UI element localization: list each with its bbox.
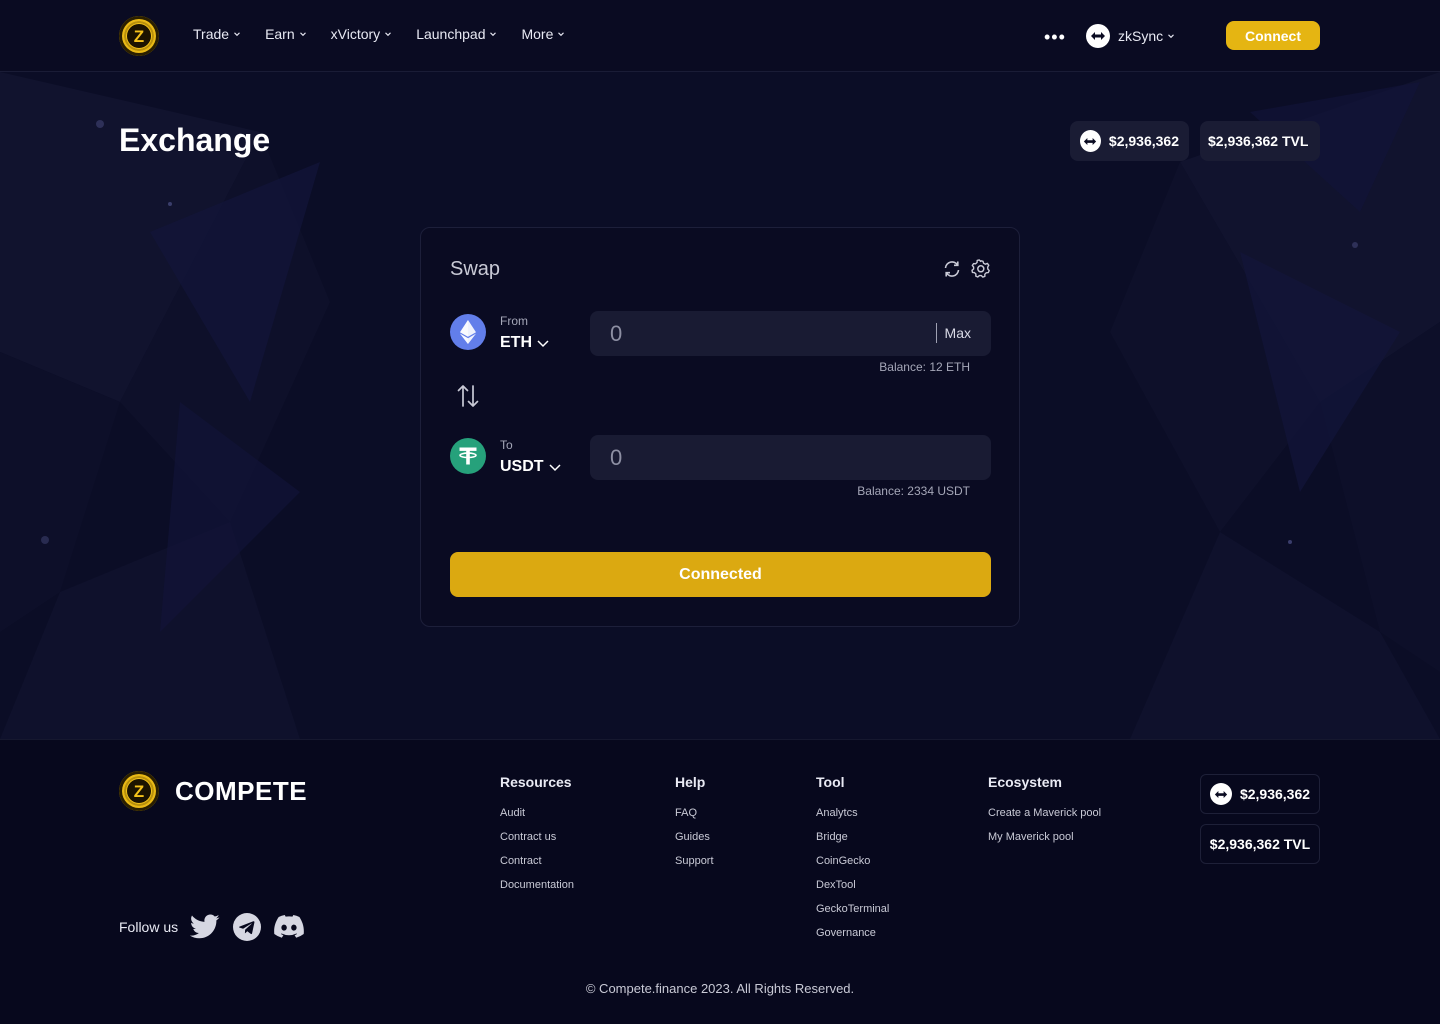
tvl-badge: $2,936,362 TVL: [1200, 121, 1320, 161]
col-title: Ecosystem: [988, 774, 1062, 790]
chevron-down-icon: [234, 32, 240, 37]
zksync-icon: [1209, 783, 1232, 805]
nav-more[interactable]: More: [521, 26, 565, 42]
zksync-icon: [1080, 130, 1101, 152]
copyright: © Compete.finance 2023. All Rights Reser…: [585, 981, 855, 996]
eth-icon: [450, 314, 486, 350]
to-token-meta: To USDT: [500, 438, 562, 476]
footer-link-create-pool[interactable]: Create a Maverick pool: [988, 806, 1101, 830]
from-symbol: ETH: [500, 334, 532, 351]
from-token-selector[interactable]: From ETH: [450, 314, 550, 352]
to-amount-value: 0: [610, 444, 623, 470]
nav-xvictory-label: xVictory: [330, 26, 381, 42]
chevron-down-icon: [537, 340, 549, 348]
footer-link-documentation[interactable]: Documentation: [500, 878, 574, 902]
to-symbol-wrap: USDT: [500, 458, 562, 476]
chevron-down-icon: [299, 32, 306, 37]
footer-link-analytics[interactable]: Analytcs: [816, 806, 889, 830]
footer-link-geckoterminal[interactable]: GeckoTerminal: [816, 902, 889, 926]
footer-price-value: $2,936,362: [1239, 786, 1311, 802]
telegram-icon[interactable]: [232, 912, 262, 942]
footer-link-bridge[interactable]: Bridge: [816, 830, 889, 854]
footer-col-resources: Resources Audit Contract us Contract Doc…: [500, 774, 574, 902]
nav-earn[interactable]: Earn: [265, 26, 307, 42]
connect-wallet-button[interactable]: Connect: [1226, 21, 1320, 50]
col-title: Help: [675, 774, 706, 790]
footer-col-ecosystem: Ecosystem Create a Maverick pool My Mave…: [988, 774, 1101, 854]
footer-link-governance[interactable]: Governance: [816, 926, 889, 950]
from-label: From: [500, 314, 528, 328]
main-nav: Trade Earn xVictory Launchpad More: [193, 26, 589, 42]
nav-xvictory[interactable]: xVictory: [331, 26, 393, 42]
footer-tvl-badge: $2,936,362 TVL: [1200, 824, 1320, 864]
col-title: Resources: [500, 774, 572, 790]
footer-link-faq[interactable]: FAQ: [675, 806, 714, 830]
twitter-icon[interactable]: [190, 912, 220, 942]
zksync-icon: [1086, 24, 1110, 48]
max-wrap: Max: [935, 323, 971, 343]
footer-tvl-value: $2,936,362 TVL: [1209, 836, 1311, 852]
network-label: zkSync: [1118, 28, 1164, 44]
nav-more-label: More: [521, 26, 554, 42]
to-token-selector[interactable]: To USDT: [450, 438, 562, 476]
swap-direction-icon[interactable]: [457, 383, 479, 409]
page-title: Exchange: [119, 122, 271, 158]
from-symbol-wrap: ETH: [500, 334, 550, 352]
compete-logo: Z: [119, 771, 159, 811]
max-button[interactable]: Max: [945, 325, 971, 341]
chevron-down-icon: [558, 32, 565, 37]
chevron-down-icon: [549, 464, 561, 472]
to-amount-input[interactable]: 0: [590, 435, 991, 480]
compete-logo[interactable]: Z: [119, 16, 159, 56]
nav-trade[interactable]: Trade: [193, 26, 241, 42]
footer-col-help: Help FAQ Guides Support: [675, 774, 714, 878]
footer-link-contract[interactable]: Contract: [500, 854, 574, 878]
from-token-meta: From ETH: [500, 314, 550, 352]
network-selector[interactable]: zkSync: [1086, 24, 1175, 48]
more-options-icon[interactable]: •••: [1044, 27, 1066, 48]
connected-button[interactable]: Connected: [450, 552, 991, 597]
brand-name: COMPETE: [175, 775, 308, 806]
to-label: To: [500, 438, 513, 452]
chevron-down-icon: [1168, 34, 1175, 39]
nav-trade-label: Trade: [193, 26, 230, 42]
nav-earn-label: Earn: [265, 26, 295, 42]
chevron-down-icon: [490, 32, 497, 37]
footer-link-dextool[interactable]: DexTool: [816, 878, 889, 902]
price-badge: $2,936,362: [1070, 121, 1189, 161]
usdt-icon: [450, 438, 486, 474]
col-title: Tool: [816, 774, 845, 790]
top-navbar: Z Trade Earn xVictory Launchpad More •••…: [0, 0, 1440, 72]
footer: Z COMPETE Resources Audit Contract us Co…: [0, 739, 1440, 1024]
footer-link-support[interactable]: Support: [675, 854, 714, 878]
swap-card: Swap From ETH 0 Max Balance: 12 ETH To U…: [420, 227, 1020, 627]
swap-card-actions: [942, 259, 991, 279]
refresh-icon[interactable]: [942, 259, 962, 279]
from-balance: Balance: 12 ETH: [879, 360, 970, 374]
follow-label: Follow us: [119, 919, 179, 935]
follow-us: Follow us: [119, 912, 304, 942]
price-value: $2,936,362: [1108, 133, 1179, 149]
footer-link-coingecko[interactable]: CoinGecko: [816, 854, 889, 878]
from-amount-input[interactable]: 0 Max: [590, 311, 991, 356]
footer-col-tool: Tool Analytcs Bridge CoinGecko DexTool G…: [816, 774, 889, 950]
footer-link-contract-us[interactable]: Contract us: [500, 830, 574, 854]
tvl-value: $2,936,362 TVL: [1208, 133, 1309, 149]
chevron-down-icon: [385, 32, 392, 37]
footer-link-my-pool[interactable]: My Maverick pool: [988, 830, 1101, 854]
to-symbol: USDT: [500, 458, 544, 475]
discord-icon[interactable]: [274, 912, 304, 942]
nav-launchpad[interactable]: Launchpad: [416, 26, 497, 42]
from-amount-value: 0: [610, 320, 623, 346]
footer-link-guides[interactable]: Guides: [675, 830, 714, 854]
to-balance: Balance: 2334 USDT: [857, 484, 970, 498]
input-divider: [935, 323, 937, 343]
footer-price-badge: $2,936,362: [1200, 774, 1320, 814]
nav-launchpad-label: Launchpad: [416, 26, 486, 42]
footer-link-audit[interactable]: Audit: [500, 806, 574, 830]
settings-gear-icon[interactable]: [971, 259, 991, 279]
footer-brand[interactable]: Z COMPETE: [119, 771, 307, 811]
swap-title: Swap: [450, 258, 501, 280]
